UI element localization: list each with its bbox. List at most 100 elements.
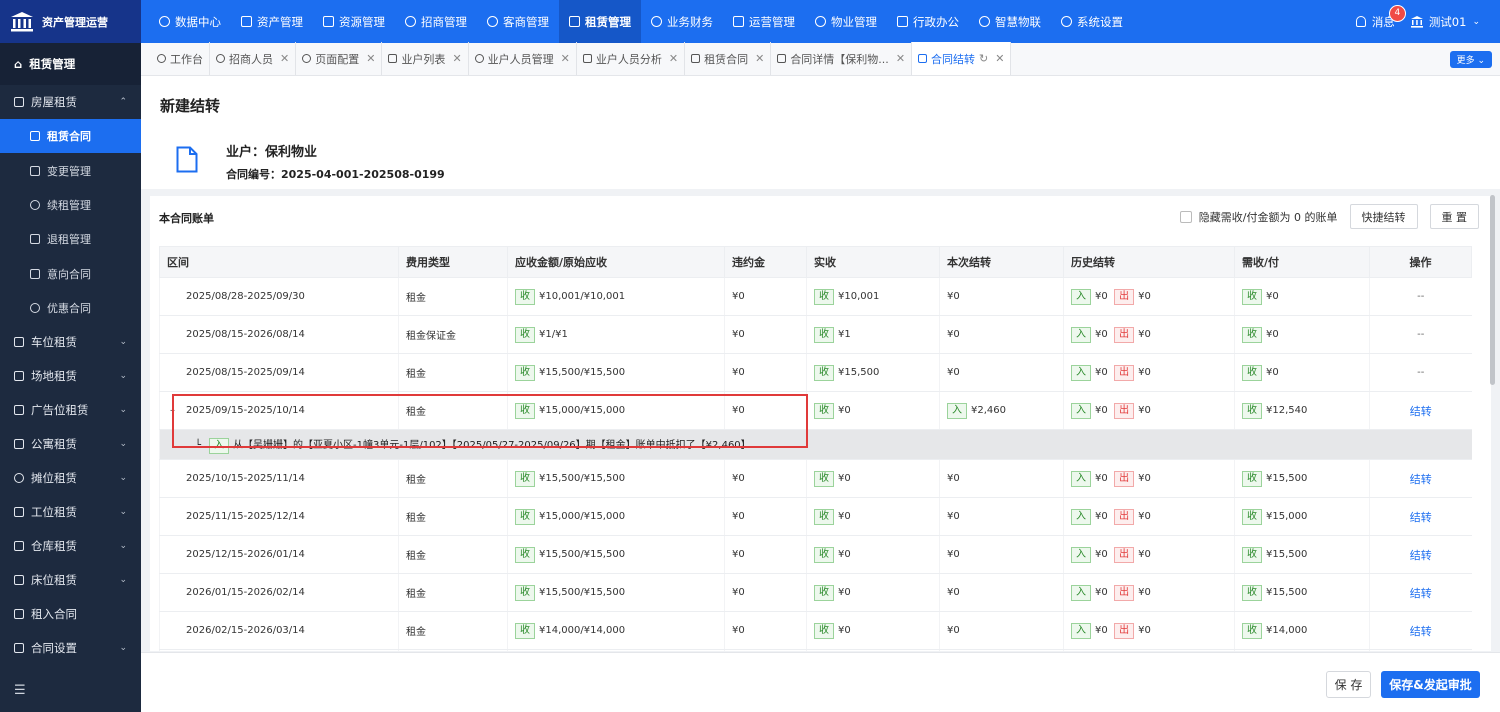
history-in: ¥0	[1095, 624, 1108, 636]
close-icon[interactable]: ✕	[280, 52, 289, 65]
close-icon[interactable]: ✕	[896, 52, 905, 65]
menu-investment[interactable]: 招商管理	[395, 0, 477, 43]
reset-button[interactable]: 重 置	[1429, 204, 1479, 229]
close-icon[interactable]: ✕	[995, 52, 1004, 65]
sidebar-group-house[interactable]: 房屋租赁 ⌃	[0, 85, 141, 119]
save-and-submit-button[interactable]: 保存&发起审批	[1381, 671, 1480, 698]
received-amount: ¥0	[838, 472, 851, 484]
receive-tag: 收	[814, 364, 834, 381]
sidebar-group-lease-in[interactable]: 租入合同	[0, 597, 141, 631]
received-amount: ¥0	[838, 586, 851, 598]
carryover-link[interactable]: 结转	[1410, 473, 1432, 486]
tab-page-config[interactable]: 页面配置 ✕	[296, 42, 383, 75]
close-icon[interactable]: ✕	[669, 52, 678, 65]
document-icon	[691, 54, 701, 63]
chevron-up-icon: ⌃	[119, 97, 127, 107]
carryover-link[interactable]: 结转	[1410, 549, 1432, 562]
bill-range: 2025/12/15-2026/01/14	[186, 549, 305, 560]
bank-icon	[11, 11, 33, 31]
sidebar-group-venue[interactable]: 场地租赁 ⌄	[0, 359, 141, 393]
tab-tenant-list[interactable]: 业户列表 ✕	[382, 42, 469, 75]
scrollbar[interactable]	[1490, 195, 1495, 385]
carryover-link[interactable]: 结转	[1410, 625, 1432, 638]
sidebar-title[interactable]: ⌂ 租赁管理	[0, 43, 141, 85]
tab-tenant-staff[interactable]: 业户人员管理 ✕	[469, 42, 577, 75]
close-icon[interactable]: ✕	[452, 52, 461, 65]
refresh-icon[interactable]: ↻	[979, 52, 988, 65]
hide-zero-checkbox[interactable]: 隐藏需收/付金额为 0 的账单	[1179, 209, 1338, 225]
carryover-link[interactable]: 结转	[1410, 587, 1432, 600]
discount-icon	[30, 303, 40, 314]
sidebar-item-lease-contract[interactable]: 租赁合同	[0, 119, 141, 154]
column-header: 操作	[1369, 246, 1472, 278]
carryover-link[interactable]: 结转	[1410, 511, 1432, 524]
menu-iot[interactable]: 智慧物联	[969, 0, 1051, 43]
close-icon[interactable]: ✕	[755, 52, 764, 65]
menu-operation[interactable]: 运营管理	[723, 0, 805, 43]
close-icon[interactable]: ✕	[561, 52, 570, 65]
more-tabs-button[interactable]: 更多 ⌄	[1449, 51, 1492, 68]
chart-icon	[733, 16, 744, 27]
sidebar-item-change[interactable]: 变更管理	[0, 153, 141, 187]
current-carryover: ¥0	[947, 625, 960, 636]
penalty-amount: ¥0	[732, 367, 745, 378]
history-in: ¥0	[1095, 366, 1108, 378]
menu-data-center[interactable]: 数据中心	[149, 0, 231, 43]
checkbox-icon[interactable]	[1179, 210, 1192, 223]
fee-type: 租金	[406, 513, 426, 524]
receive-tag: 收	[1242, 402, 1262, 419]
tab-tenant-analysis[interactable]: 业户人员分析 ✕	[577, 42, 686, 75]
receive-tag: 收	[814, 622, 834, 639]
table-row: 2025/08/15-2026/08/14 租金保证金 收 ¥1/¥1 ¥0 收 ¥1 ¥0 入…	[159, 315, 1472, 354]
iot-icon	[979, 16, 990, 27]
quick-carryover-button[interactable]: 快捷结转	[1349, 204, 1418, 229]
sidebar-group-ads[interactable]: 广告位租赁 ⌄	[0, 393, 141, 427]
history-in: ¥0	[1095, 548, 1108, 560]
tab-investment-staff[interactable]: 招商人员 ✕	[210, 42, 297, 75]
messages-button[interactable]: 消息 4	[1355, 4, 1406, 30]
carryover-in-tag: 入	[947, 402, 967, 419]
due-amount: ¥15,500	[1266, 548, 1308, 560]
menu-admin[interactable]: 行政办公	[887, 0, 969, 43]
menu-finance[interactable]: 业务财务	[641, 0, 723, 43]
bill-rows: 2025/08/28-2025/09/30 租金收 ¥10,001/¥10,001 ¥…	[159, 277, 1472, 651]
menu-asset[interactable]: 资产管理	[231, 0, 313, 43]
sidebar-item-discount[interactable]: 优惠合同	[0, 291, 141, 325]
menu-property[interactable]: 物业管理	[805, 0, 887, 43]
user-menu[interactable]: 测试01 ⌄	[1410, 14, 1480, 30]
sidebar-group-parking[interactable]: 车位租赁 ⌄	[0, 325, 141, 359]
sidebar-group-apartment[interactable]: 公寓租赁 ⌄	[0, 427, 141, 461]
apartment-icon	[14, 439, 24, 450]
tab-workbench[interactable]: 工作台	[151, 42, 210, 75]
due-amount: ¥12,540	[1266, 404, 1308, 416]
column-header: 违约金	[724, 246, 807, 278]
contract-in-icon	[14, 609, 24, 620]
tab-lease-contract[interactable]: 租赁合同 ✕	[685, 42, 772, 75]
menu-settings[interactable]: 系统设置	[1051, 0, 1133, 43]
sidebar-group-warehouse[interactable]: 仓库租赁 ⌄	[0, 529, 141, 563]
collapse-icon[interactable]: –	[170, 405, 180, 416]
sidebar-item-renew[interactable]: 续租管理	[0, 188, 141, 222]
save-button[interactable]: 保 存	[1326, 671, 1371, 698]
column-header: 历史结转	[1063, 246, 1235, 278]
history-in-tag: 入	[1071, 470, 1091, 487]
tab-contract-detail[interactable]: 合同详情【保利物... ✕	[771, 42, 913, 75]
sidebar-group-stall[interactable]: 摊位租赁 ⌄	[0, 461, 141, 495]
carryover-in-tag: 入	[209, 437, 230, 454]
tab-contract-carryover[interactable]: 合同结转 ↻ ✕	[912, 42, 1012, 75]
carryover-link[interactable]: 结转	[1410, 405, 1432, 418]
sidebar-item-terminate[interactable]: 退租管理	[0, 222, 141, 256]
collapse-menu-icon[interactable]: ☰	[14, 683, 26, 698]
menu-resource[interactable]: 资源管理	[313, 0, 395, 43]
fee-type: 租金	[406, 551, 426, 562]
history-in: ¥0	[1095, 404, 1108, 416]
document-icon	[918, 54, 928, 63]
sidebar-group-bed[interactable]: 床位租赁 ⌄	[0, 563, 141, 597]
menu-customer[interactable]: 客商管理	[477, 0, 559, 43]
sidebar-group-workstation[interactable]: 工位租赁 ⌄	[0, 495, 141, 529]
sidebar-group-contract-settings[interactable]: 合同设置 ⌄	[0, 631, 141, 665]
brand[interactable]: 资产管理运营	[0, 0, 141, 43]
sidebar-item-intent[interactable]: 意向合同	[0, 257, 141, 291]
close-icon[interactable]: ✕	[366, 52, 375, 65]
menu-lease[interactable]: 租赁管理	[559, 0, 641, 43]
